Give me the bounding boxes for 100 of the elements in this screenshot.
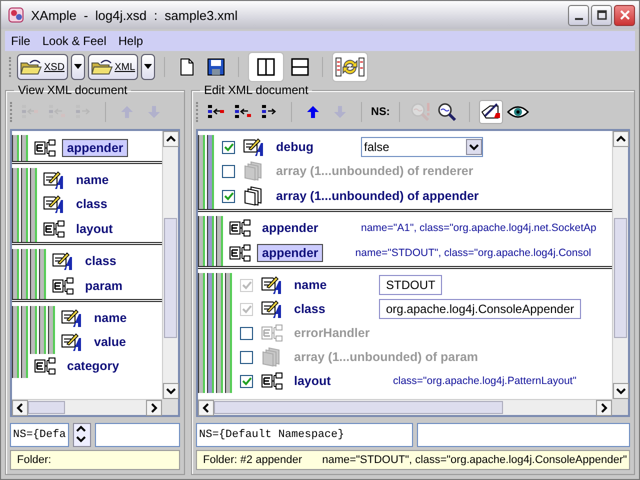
attribute-summary: name="STDOUT", class="org.apache.log4j.Consol <box>355 247 592 259</box>
scroll-down-button[interactable] <box>613 383 629 399</box>
namespace-button[interactable]: NS: <box>371 106 390 118</box>
indent-guides <box>198 183 216 209</box>
caret-down-icon <box>166 387 176 395</box>
value-field[interactable]: org.apache.log4j.ConsoleAppender <box>379 299 582 319</box>
indent-guides <box>198 240 225 266</box>
checkbox[interactable] <box>222 140 235 154</box>
caret-left-icon <box>202 403 210 413</box>
node-label[interactable]: array (1...unbounded) of appender <box>271 187 484 205</box>
attribute-icon <box>243 137 265 157</box>
window-title: XAmple - log4j.xsd : sample3.xml <box>31 8 239 22</box>
element-icon <box>34 357 56 375</box>
check-icon <box>241 280 252 290</box>
node-label[interactable]: appender <box>257 219 347 237</box>
check-icon <box>241 304 252 314</box>
indent-guides <box>12 249 48 273</box>
tree-arrow-icon <box>234 104 252 120</box>
node-label[interactable]: class <box>80 252 162 270</box>
indent-guides <box>198 369 234 393</box>
scroll-thumb[interactable] <box>614 218 627 338</box>
split-columns-button[interactable] <box>248 52 284 82</box>
scroll-right-button[interactable] <box>596 400 612 416</box>
node-label[interactable]: name <box>289 276 379 294</box>
caret-right-icon <box>150 403 158 413</box>
indent-guides <box>198 135 216 159</box>
attribute-icon <box>43 194 65 214</box>
scroll-thumb[interactable] <box>28 401 66 414</box>
dropdown-button[interactable] <box>70 54 85 80</box>
status-text: Folder: <box>17 454 52 466</box>
attribute-icon <box>61 332 83 352</box>
value-dropdown[interactable]: false <box>361 137 483 157</box>
close-button[interactable] <box>614 4 635 26</box>
indent-guides <box>12 306 57 330</box>
folder-icon <box>20 59 44 75</box>
open-button[interactable]: XML <box>88 54 138 80</box>
open-button[interactable]: XSD <box>17 54 68 80</box>
node-label[interactable]: appender <box>62 139 128 157</box>
attribute-summary: name="A1", class="org.apache.log4j.net.SocketAp <box>361 222 596 234</box>
indent-guides <box>12 135 30 161</box>
spinner[interactable] <box>72 423 91 447</box>
element-icon <box>43 220 65 238</box>
node-label[interactable]: category <box>62 357 152 375</box>
node-label[interactable]: param <box>80 277 162 295</box>
tree-arrow-icon <box>48 104 66 120</box>
caret-icon <box>144 64 152 70</box>
close-icon <box>620 10 630 20</box>
dropdown-button[interactable] <box>141 54 156 80</box>
node-label[interactable]: value <box>89 333 162 351</box>
menu-item[interactable]: File <box>11 34 30 48</box>
indent-guides <box>198 297 234 321</box>
menu-item[interactable]: Look & Feel <box>42 34 106 48</box>
maximize-icon <box>596 10 606 20</box>
namespace-field[interactable]: NS={Defa <box>10 423 69 447</box>
maximize-button[interactable] <box>591 4 612 26</box>
node-label[interactable]: name <box>71 171 161 189</box>
sync-button[interactable] <box>332 52 368 82</box>
eye-icon <box>506 104 529 120</box>
horizontal-scrollbar[interactable] <box>12 399 162 415</box>
value-field[interactable]: STDOUT <box>379 275 442 295</box>
page-icon <box>180 58 194 76</box>
scroll-down-button[interactable] <box>163 383 179 399</box>
namespace-field[interactable]: NS={Default Namespace} <box>196 423 413 447</box>
attribute-icon <box>43 170 65 190</box>
scroll-thumb[interactable] <box>214 401 502 414</box>
indent-guides <box>198 321 234 345</box>
panel-title: Edit XML document <box>203 83 310 97</box>
element-icon <box>34 139 56 157</box>
node-label[interactable]: debug <box>271 138 361 156</box>
caret-right-icon <box>600 403 608 413</box>
attribute-icon <box>261 299 283 319</box>
edit-button[interactable] <box>478 100 503 124</box>
node-label[interactable]: appender <box>257 244 324 262</box>
checkbox[interactable] <box>240 374 253 388</box>
rows-icon <box>291 58 310 76</box>
node-label[interactable]: class <box>71 195 161 213</box>
status-detail: name="STDOUT", class="org.apache.log4j.ConsoleAppender" <box>322 454 627 466</box>
tree-arrow-icon <box>207 104 225 120</box>
vertical-scrollbar[interactable] <box>162 131 178 399</box>
scroll-up-button[interactable] <box>613 131 629 147</box>
node-label[interactable]: layout <box>71 220 161 238</box>
checkbox[interactable] <box>222 190 235 202</box>
scroll-thumb[interactable] <box>164 218 177 338</box>
node-label[interactable]: layout <box>289 372 379 390</box>
minimize-button[interactable] <box>568 4 589 26</box>
columns-icon <box>257 58 276 76</box>
vertical-scrollbar[interactable] <box>612 131 628 399</box>
scroll-left-button[interactable] <box>12 400 28 416</box>
arrow-up-icon <box>306 105 320 119</box>
scroll-up-button[interactable] <box>163 131 179 147</box>
horizontal-scrollbar[interactable] <box>198 399 612 415</box>
scroll-corner <box>612 399 628 415</box>
text-field[interactable] <box>417 423 630 447</box>
menu-item[interactable]: Help <box>118 34 144 48</box>
node-label[interactable]: name <box>89 309 162 327</box>
text-field[interactable] <box>94 423 180 447</box>
scroll-left-button[interactable] <box>198 400 214 416</box>
scroll-right-button[interactable] <box>146 400 162 416</box>
node-label[interactable]: class <box>289 300 379 318</box>
element-icon <box>261 324 283 342</box>
